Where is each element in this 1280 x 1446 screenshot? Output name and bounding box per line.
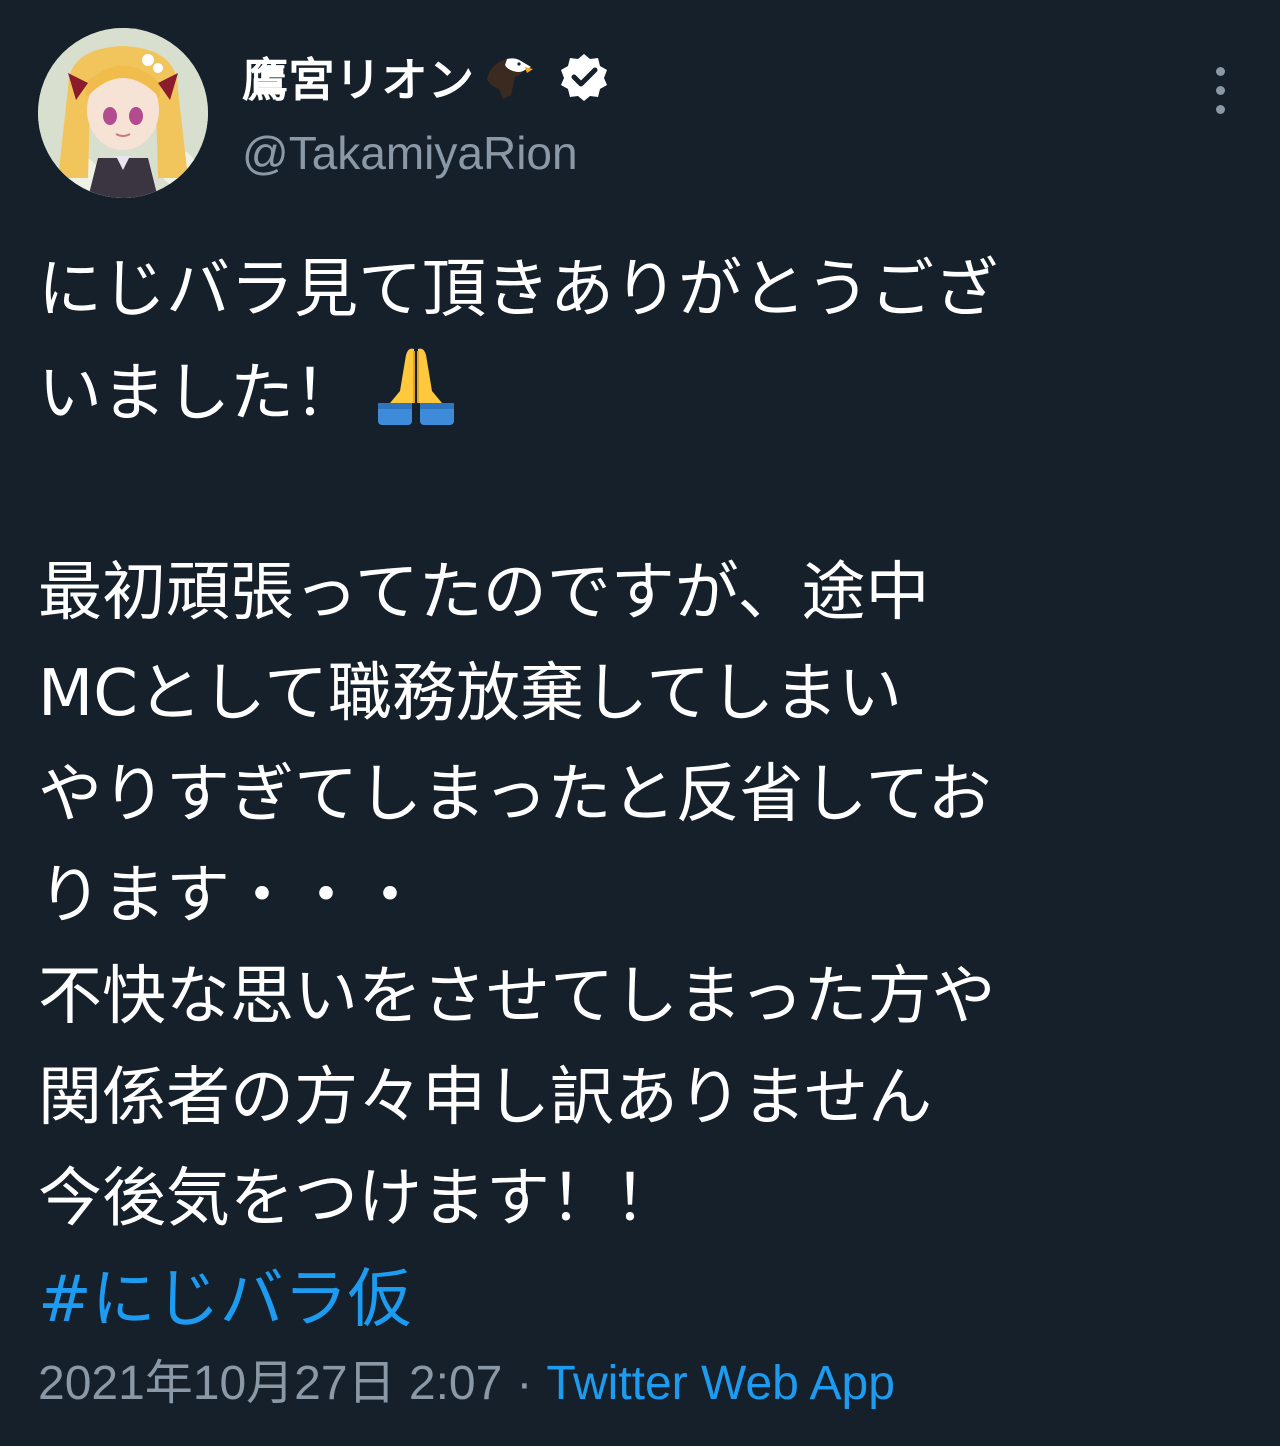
tweet-timestamp[interactable]: 2021年10月27日 2:07 (38, 1357, 502, 1410)
more-options-button[interactable] (1200, 50, 1240, 130)
avatar[interactable] (38, 28, 208, 198)
tweet-line: MCとして職務放棄してしまい (38, 657, 903, 731)
tweet-text: にじバラ見て頂きありがとうござ いました！ 最初頑張ってたのですが、途中 MCと… (38, 240, 1238, 1351)
tweet-header: 鷹宮リオン @TakamiyaRion (36, 24, 1244, 204)
display-name[interactable]: 鷹宮リオン (242, 44, 475, 110)
tweet-meta: 2021年10月27日 2:07 · Twitter Web App (38, 1352, 1238, 1416)
tweet-card: 鷹宮リオン @TakamiyaRion にじバラ見て頂きありがとうござ いました… (0, 0, 1280, 1446)
tweet-source-link[interactable]: Twitter Web App (546, 1357, 895, 1410)
more-vertical-icon-dot (1215, 66, 1225, 76)
user-info: 鷹宮リオン @TakamiyaRion (242, 42, 1142, 180)
name-row: 鷹宮リオン (242, 42, 1142, 112)
tweet-line: ります・・・ (38, 859, 422, 933)
user-handle[interactable]: @TakamiyaRion (242, 126, 1142, 180)
tweet-line: 関係者の方々申し訳ありません (38, 1061, 933, 1135)
verified-badge-icon (559, 52, 609, 102)
hashtag-link[interactable]: #にじバラ仮 (38, 1250, 1238, 1351)
tweet-line: 最初頑張ってたのですが、途中 (38, 556, 930, 630)
tweet-line: いました！ (38, 357, 358, 431)
tweet-line: 今後気をつけます！！ (38, 1162, 678, 1236)
more-vertical-icon-dot (1215, 104, 1225, 114)
tweet-line: 不快な思いをさせてしまった方や (38, 960, 996, 1034)
tweet-line-with-emoji: いました！ (38, 341, 1238, 442)
avatar-image (38, 28, 208, 198)
meta-separator: · (516, 1357, 533, 1410)
tweet-line: にじバラ見て頂きありがとうござ (38, 253, 998, 327)
folded-hands-icon (370, 341, 462, 429)
more-vertical-icon-dot (1215, 85, 1225, 95)
eagle-icon (481, 49, 537, 105)
tweet-line: やりすぎてしまったと反省してお (38, 758, 992, 832)
